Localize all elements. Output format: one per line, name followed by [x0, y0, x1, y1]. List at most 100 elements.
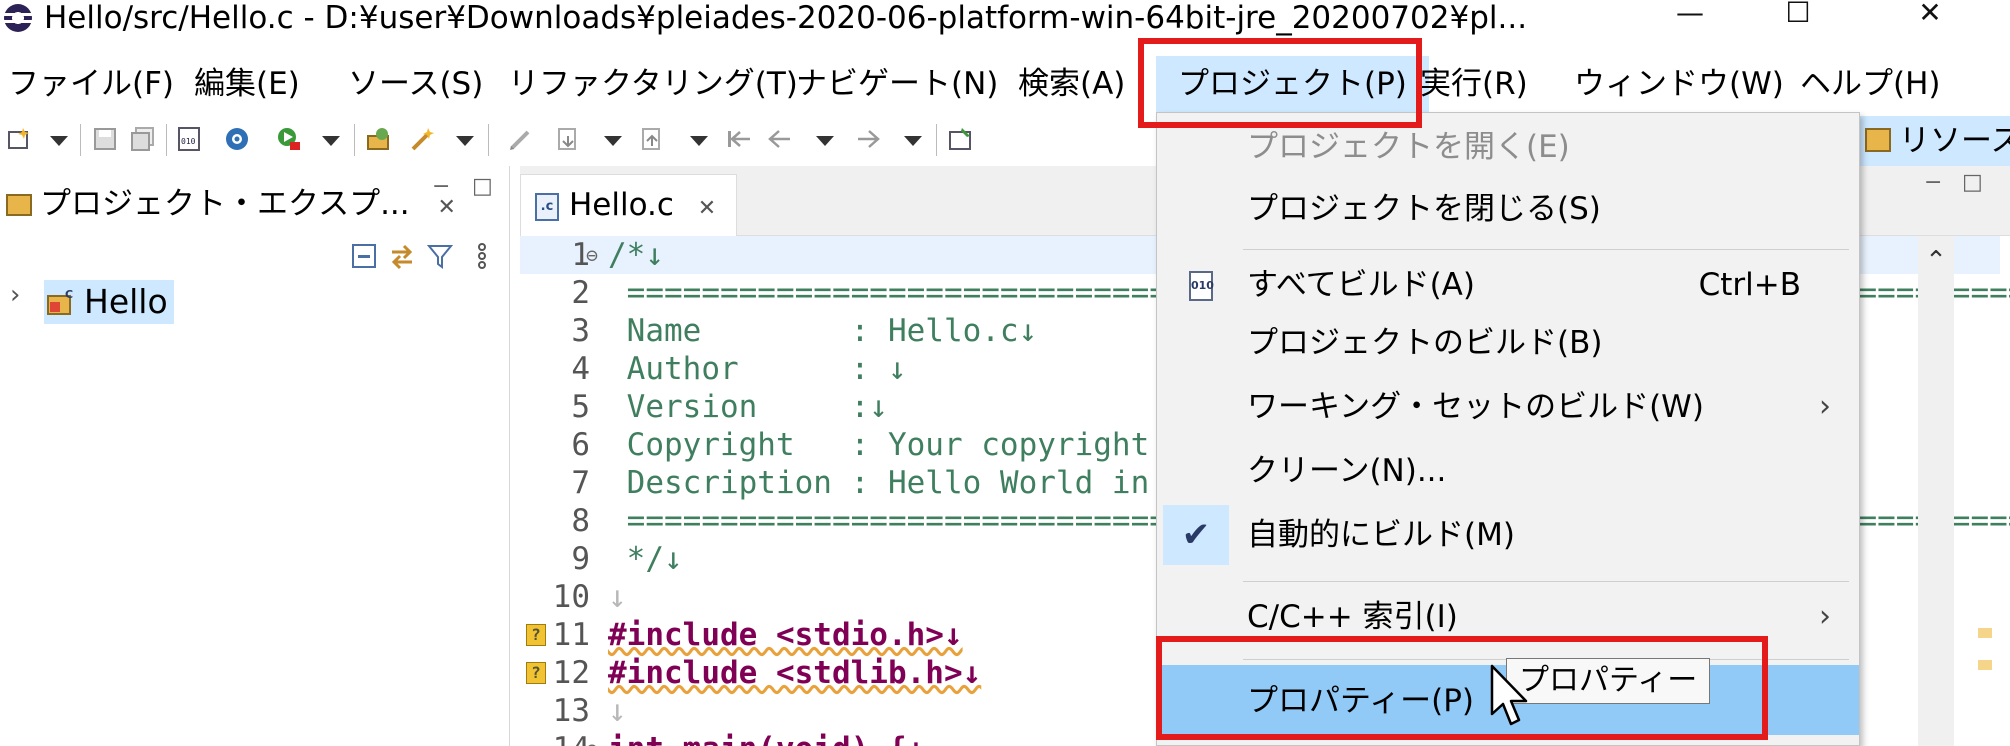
menu-project[interactable]: プロジェクト(P): [1156, 56, 1429, 112]
menu-separator: [1243, 249, 1849, 250]
toolbar-separator: [936, 124, 937, 156]
tree-item-hello[interactable]: › Hello C: [0, 276, 510, 326]
menu-refactor[interactable]: リファクタリング(T): [508, 56, 798, 112]
menu-run[interactable]: 実行(R): [1420, 56, 1528, 112]
filter-icon[interactable]: [426, 242, 454, 270]
line-number: 3: [571, 313, 590, 349]
menu-item-clean[interactable]: クリーン(N)...: [1157, 441, 1859, 501]
menu-item-shortcut: Ctrl+B: [1698, 267, 1801, 303]
back-dropdown-arrow[interactable]: [816, 136, 834, 146]
new-dropdown-arrow[interactable]: [50, 136, 68, 146]
menu-item-label: ワーキング・セットのビルド(W): [1247, 389, 1704, 425]
chevron-right-icon[interactable]: ›: [10, 280, 20, 310]
scroll-up-icon[interactable]: ⌃: [1918, 236, 1954, 286]
code-text: Version :↓: [608, 389, 888, 425]
tab-project-explorer[interactable]: プロジェクト・エクスプ... ✕: [0, 174, 476, 234]
c-project-icon: C: [47, 288, 73, 315]
settings-gear-icon[interactable]: [224, 126, 250, 152]
next-annotation-dropdown-arrow[interactable]: [604, 136, 622, 146]
menu-item-build-working-set[interactable]: ワーキング・セットのビルド(W) ›: [1157, 377, 1859, 437]
maximize-button[interactable]: ☐: [1748, 0, 1848, 36]
menu-source[interactable]: ソース(S): [348, 56, 483, 112]
vertical-scrollbar[interactable]: ⌃: [1918, 236, 1954, 746]
title-bar: Hello/src/Hello.c - D:¥user¥Downloads¥pl…: [0, 0, 2010, 36]
code-text: Description : Hello World in C: [608, 465, 1187, 501]
close-icon[interactable]: ✕: [698, 196, 716, 221]
menu-bar: ファイル(F) 編集(E) ソース(S) リファクタリング(T) ナビゲート(N…: [0, 56, 2010, 112]
menu-edit[interactable]: 編集(E): [194, 56, 300, 112]
code-text: #include <stdlib.h>↓: [608, 655, 982, 691]
view-menu-icon[interactable]: [468, 242, 496, 270]
tab-label: プロジェクト・エクスプ...: [40, 186, 410, 222]
save-all-icon[interactable]: [130, 126, 156, 152]
overview-ruler-marker[interactable]: [1978, 660, 1992, 670]
toolbar-separator: [80, 124, 81, 156]
menu-navigate[interactable]: ナビゲート(N): [796, 56, 998, 112]
collapse-all-icon[interactable]: [350, 242, 378, 270]
menu-item-build-automatically[interactable]: ✔ 自動的にビルド(M): [1157, 505, 1859, 565]
menu-separator: [1243, 581, 1849, 582]
next-annotation-icon[interactable]: [556, 126, 582, 152]
tab-hello-c[interactable]: .c Hello.c ✕: [520, 174, 738, 236]
code-text: Copyright : Your copyright n: [608, 427, 1187, 463]
code-text: Author : ↓: [608, 351, 907, 387]
prev-annotation-icon[interactable]: [640, 126, 666, 152]
overview-ruler-marker[interactable]: [1978, 628, 1992, 638]
menu-item-label: C/C++ 索引(I): [1247, 599, 1458, 635]
close-button[interactable]: ✕: [1880, 0, 1980, 36]
menu-window[interactable]: ウィンドウ(W): [1574, 56, 1784, 112]
line-number: 7: [571, 465, 590, 501]
toolbar-separator: [354, 124, 355, 156]
line-number: 13: [552, 693, 590, 729]
minimize-button[interactable]: —: [1640, 0, 1740, 36]
run-dropdown-arrow[interactable]: [322, 136, 340, 146]
last-edit-location-icon[interactable]: [726, 126, 752, 152]
menu-item-cpp-index[interactable]: C/C++ 索引(I) ›: [1157, 587, 1859, 647]
menu-item-open-project[interactable]: プロジェクトを開く(E): [1157, 117, 1859, 177]
new-icon[interactable]: [6, 126, 32, 152]
back-arrow-icon[interactable]: [766, 126, 792, 152]
line-number: 1: [571, 237, 590, 273]
minimize-editor-icon[interactable]: −: [1924, 170, 1942, 195]
forward-dropdown-arrow[interactable]: [904, 136, 922, 146]
menu-item-label: プロパティー(P): [1247, 683, 1475, 719]
pin-editor-icon[interactable]: [948, 126, 974, 152]
minimize-view-icon[interactable]: −: [432, 174, 450, 199]
svg-text:C: C: [65, 288, 73, 301]
open-type-icon[interactable]: [366, 126, 392, 152]
fold-collapse-icon[interactable]: ⊖: [586, 236, 598, 274]
menu-item-close-project[interactable]: プロジェクトを閉じる(S): [1157, 179, 1859, 239]
debug-run-icon[interactable]: [276, 126, 302, 152]
menu-search[interactable]: 検索(A): [1018, 56, 1125, 112]
build-icon[interactable]: 010: [176, 126, 202, 152]
maximize-editor-icon[interactable]: □: [1962, 170, 1983, 195]
menu-file[interactable]: ファイル(F): [8, 56, 174, 112]
pen-annotation-icon[interactable]: [508, 126, 534, 152]
menu-item-label: プロジェクトを開く(E): [1247, 129, 1570, 165]
tab-label: Hello.c: [569, 187, 674, 223]
link-with-editor-icon[interactable]: [388, 242, 416, 270]
menu-item-label: クリーン(N)...: [1247, 453, 1447, 489]
code-text: ↓: [608, 693, 627, 729]
c-file-icon: .c: [535, 193, 559, 221]
forward-arrow-icon[interactable]: [856, 126, 882, 152]
toolbar-separator: [166, 124, 167, 156]
perspective-resource-button[interactable]: リソース: [1855, 116, 2010, 166]
search-dropdown-arrow[interactable]: [456, 136, 474, 146]
menu-item-build-project[interactable]: プロジェクトのビルド(B): [1157, 313, 1859, 373]
window-title: Hello/src/Hello.c - D:¥user¥Downloads¥pl…: [44, 0, 1528, 36]
line-number: 4: [571, 351, 590, 387]
line-number: 11: [552, 617, 590, 653]
toolbar-separator: [488, 124, 489, 156]
eclipse-app-icon: [4, 4, 32, 32]
fold-collapse-icon[interactable]: ⊖: [586, 730, 598, 746]
svg-text:010: 010: [181, 137, 196, 146]
menu-item-build-all[interactable]: 010 すべてビルド(A) Ctrl+B: [1157, 255, 1859, 315]
search-wand-icon[interactable]: [410, 126, 436, 152]
save-icon[interactable]: [92, 126, 118, 152]
menu-help[interactable]: ヘルプ(H): [1800, 56, 1941, 112]
code-text: Name : Hello.c↓: [608, 313, 1038, 349]
maximize-view-icon[interactable]: □: [472, 174, 493, 199]
folder-icon: [6, 194, 32, 216]
prev-annotation-dropdown-arrow[interactable]: [690, 136, 708, 146]
